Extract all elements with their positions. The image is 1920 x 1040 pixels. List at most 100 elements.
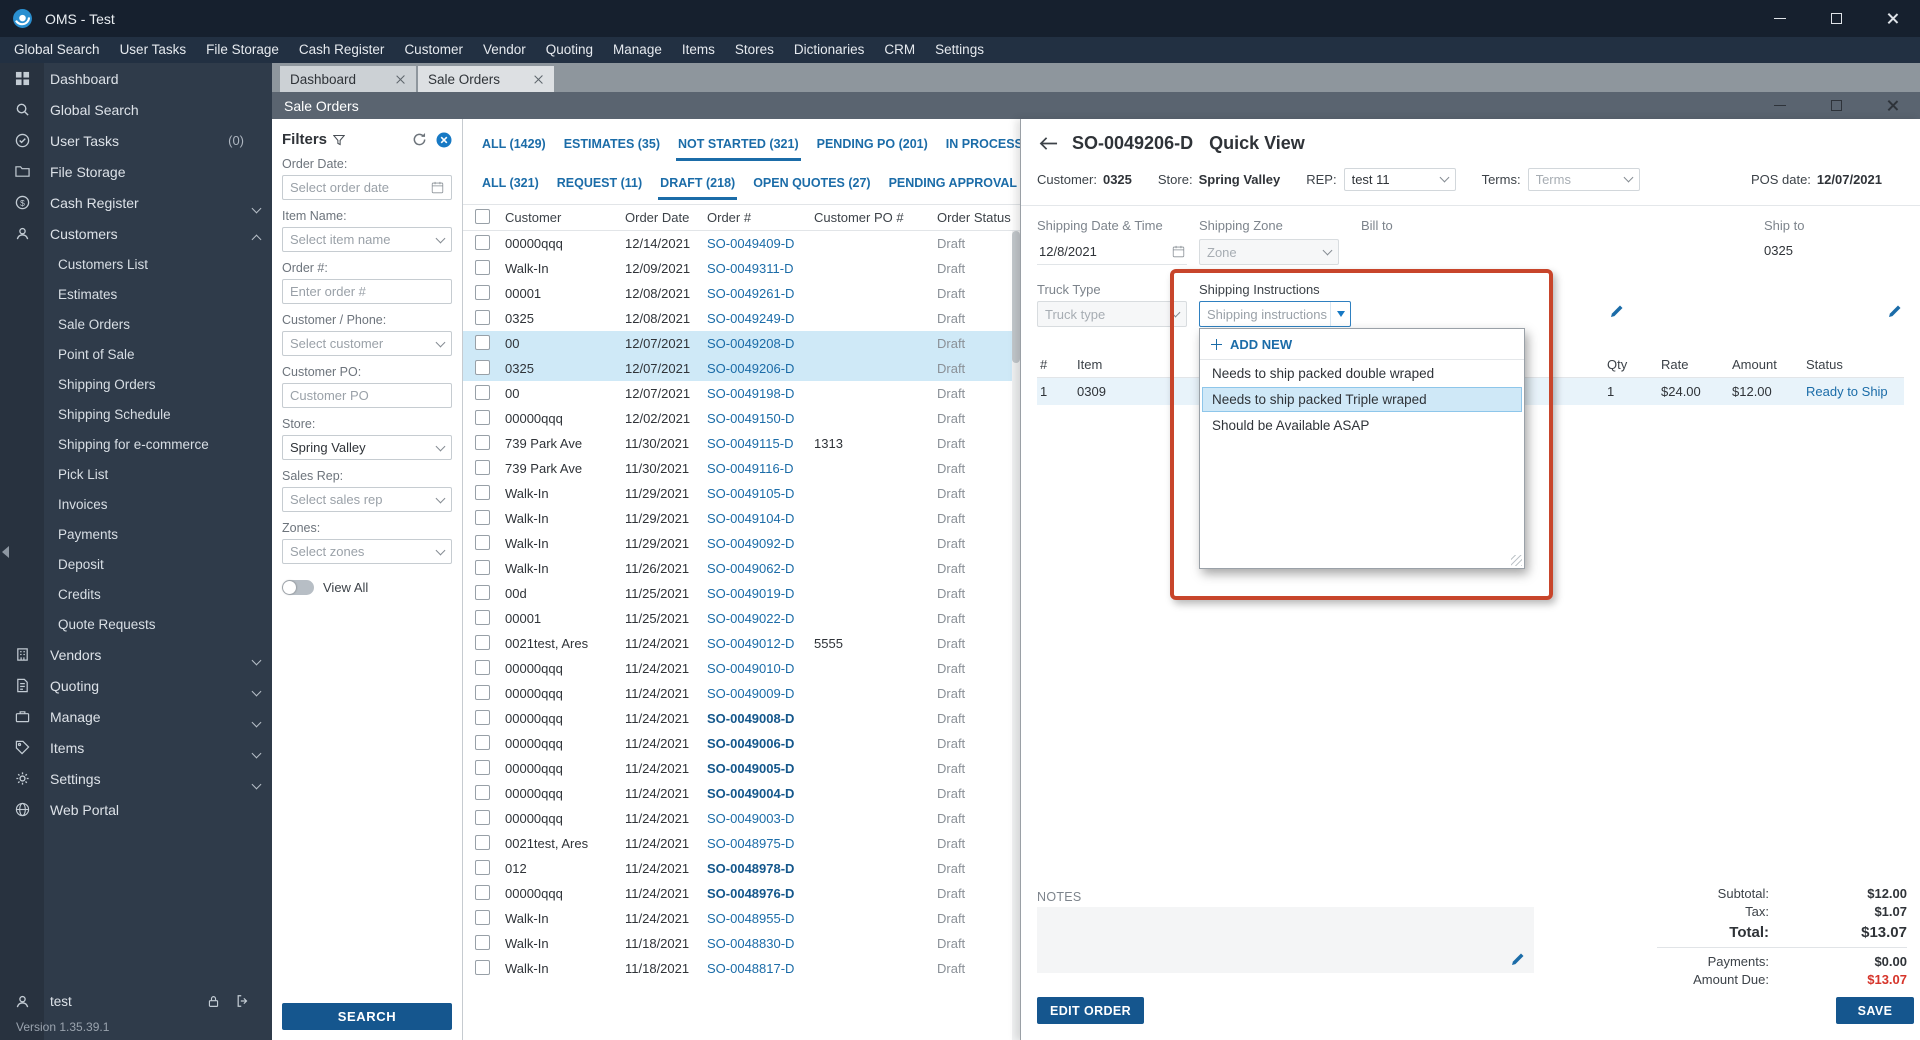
sidebar-item-quoting[interactable]: Quoting <box>0 670 272 701</box>
customer-select[interactable]: Select customer <box>282 331 452 356</box>
table-row[interactable]: 00000qqq 11/24/2021 SO-0049004-D Draft <box>463 781 1020 806</box>
row-checkbox[interactable] <box>475 509 490 525</box>
order-link[interactable]: SO-0049009-D <box>707 686 794 701</box>
row-checkbox[interactable] <box>475 709 490 725</box>
row-checkbox[interactable] <box>475 459 490 475</box>
row-checkbox[interactable] <box>475 234 490 250</box>
row-checkbox[interactable] <box>475 559 490 575</box>
row-checkbox[interactable] <box>475 384 490 400</box>
table-row[interactable]: Walk-In 11/29/2021 SO-0049092-D Draft <box>463 531 1020 556</box>
sidebar-subitem[interactable]: Estimates <box>0 279 272 309</box>
order-link[interactable]: SO-0049150-D <box>707 411 794 426</box>
sidebar-item-customers[interactable]: Customers <box>0 218 272 249</box>
row-checkbox[interactable] <box>475 359 490 375</box>
clear-filters-icon[interactable] <box>436 132 452 148</box>
table-row[interactable]: 00 12/07/2021 SO-0049208-D Draft <box>463 331 1020 356</box>
view-all-toggle[interactable] <box>282 580 314 595</box>
row-checkbox[interactable] <box>475 734 490 750</box>
dropdown-option[interactable]: Needs to ship packed Triple wraped <box>1202 387 1522 412</box>
menu-item[interactable]: Quoting <box>536 37 603 63</box>
sub-status-tab[interactable]: REQUEST (11) <box>548 166 651 201</box>
notes-box[interactable] <box>1037 907 1534 973</box>
search-button[interactable]: SEARCH <box>282 1003 452 1030</box>
quickview-restore-button[interactable] <box>1808 92 1864 119</box>
order-link[interactable]: SO-0048955-D <box>707 911 794 926</box>
table-row[interactable]: 0021test, Ares 11/24/2021 SO-0048975-D D… <box>463 831 1020 856</box>
sidebar-item-dashboard[interactable]: Dashboard <box>0 63 272 94</box>
row-checkbox[interactable] <box>475 934 490 950</box>
select-all-checkbox[interactable] <box>475 208 490 224</box>
status-tab[interactable]: ALL (1429) <box>473 127 555 162</box>
table-row[interactable]: 00001 11/25/2021 SO-0049022-D Draft <box>463 606 1020 631</box>
menu-item[interactable]: Manage <box>603 37 672 63</box>
order-link[interactable]: SO-0049311-D <box>707 261 793 276</box>
order-link[interactable]: SO-0049208-D <box>707 336 794 351</box>
table-row[interactable]: 00d 11/25/2021 SO-0049019-D Draft <box>463 581 1020 606</box>
menu-item[interactable]: CRM <box>874 37 925 63</box>
order-link[interactable]: SO-0048978-D <box>707 861 794 876</box>
table-row[interactable]: Walk-In 11/26/2021 SO-0049062-D Draft <box>463 556 1020 581</box>
sidebar-subitem[interactable]: Credits <box>0 579 272 609</box>
terms-select[interactable]: Terms <box>1527 167 1640 191</box>
row-checkbox[interactable] <box>475 309 490 325</box>
status-tab[interactable]: ESTIMATES (35) <box>555 127 669 162</box>
maximize-button[interactable] <box>1808 0 1864 37</box>
sidebar-item-web-portal[interactable]: Web Portal <box>0 794 272 825</box>
save-button[interactable]: SAVE <box>1836 997 1914 1024</box>
menu-item[interactable]: Dictionaries <box>784 37 875 63</box>
table-row[interactable]: Walk-In 11/24/2021 SO-0048955-D Draft <box>463 906 1020 931</box>
menu-item[interactable]: Cash Register <box>289 37 395 63</box>
menu-item[interactable]: User Tasks <box>110 37 197 63</box>
quickview-close-button[interactable] <box>1864 92 1920 119</box>
sidebar-collapse-handle[interactable] <box>2 546 9 558</box>
sidebar-item-settings[interactable]: Settings <box>0 763 272 794</box>
table-row[interactable]: 739 Park Ave 11/30/2021 SO-0049116-D Dra… <box>463 456 1020 481</box>
order-link[interactable]: SO-0049261-D <box>707 286 794 301</box>
table-row[interactable]: 00001 12/08/2021 SO-0049261-D Draft <box>463 281 1020 306</box>
row-checkbox[interactable] <box>475 909 490 925</box>
sidebar-subitem[interactable]: Shipping for e-commerce <box>0 429 272 459</box>
lock-icon[interactable] <box>207 995 220 1008</box>
order-link[interactable]: SO-0049105-D <box>707 486 794 501</box>
order-link[interactable]: SO-0049008-D <box>707 711 794 726</box>
refresh-icon[interactable] <box>412 132 427 147</box>
sub-status-tab[interactable]: DRAFT (218) <box>651 166 744 201</box>
sidebar-subitem[interactable]: Pick List <box>0 459 272 489</box>
col-order-status[interactable]: Order Status <box>937 210 1020 225</box>
order-link[interactable]: SO-0048830-D <box>707 936 794 951</box>
dropdown-option[interactable]: Should be Available ASAP <box>1202 413 1522 438</box>
order-date-input[interactable] <box>282 175 452 200</box>
shipping-instructions-combobox[interactable]: Shipping instructions <box>1199 301 1351 327</box>
sidebar-subitem[interactable]: Point of Sale <box>0 339 272 369</box>
col-order-number[interactable]: Order # <box>707 210 814 225</box>
shipping-date-input[interactable]: 12/8/2021 <box>1037 239 1187 265</box>
status-tab[interactable]: IN PROCESS (47 <box>937 127 1020 162</box>
table-row[interactable]: Walk-In 12/09/2021 SO-0049311-D Draft <box>463 256 1020 281</box>
sidebar-item-items[interactable]: Items <box>0 732 272 763</box>
sidebar-item-vendors[interactable]: Vendors <box>0 639 272 670</box>
row-checkbox[interactable] <box>475 759 490 775</box>
row-checkbox[interactable] <box>475 534 490 550</box>
table-row[interactable]: 00000qqq 11/24/2021 SO-0049010-D Draft <box>463 656 1020 681</box>
row-checkbox[interactable] <box>475 834 490 850</box>
row-checkbox[interactable] <box>475 284 490 300</box>
chevron-down-icon[interactable] <box>1330 302 1350 326</box>
customer-po-input[interactable] <box>282 383 452 408</box>
shipping-zone-select[interactable]: Zone <box>1199 239 1339 265</box>
menu-item[interactable]: File Storage <box>196 37 289 63</box>
table-row[interactable]: 00000qqq 11/24/2021 SO-0049008-D Draft <box>463 706 1020 731</box>
menu-item[interactable]: Stores <box>725 37 784 63</box>
row-checkbox[interactable] <box>475 609 490 625</box>
order-link[interactable]: SO-0049005-D <box>707 761 794 776</box>
table-row[interactable]: 0325 12/07/2021 SO-0049206-D Draft <box>463 356 1020 381</box>
bill-to-edit-pencil-icon[interactable] <box>1609 303 1627 321</box>
row-checkbox[interactable] <box>475 809 490 825</box>
row-checkbox[interactable] <box>475 584 490 600</box>
row-checkbox[interactable] <box>475 684 490 700</box>
zones-select[interactable]: Select zones <box>282 539 452 564</box>
order-link[interactable]: SO-0048976-D <box>707 886 794 901</box>
back-arrow-icon[interactable] <box>1039 136 1058 151</box>
col-customer[interactable]: Customer <box>505 210 625 225</box>
sidebar-item-manage[interactable]: Manage <box>0 701 272 732</box>
order-link[interactable]: SO-0049062-D <box>707 561 794 576</box>
